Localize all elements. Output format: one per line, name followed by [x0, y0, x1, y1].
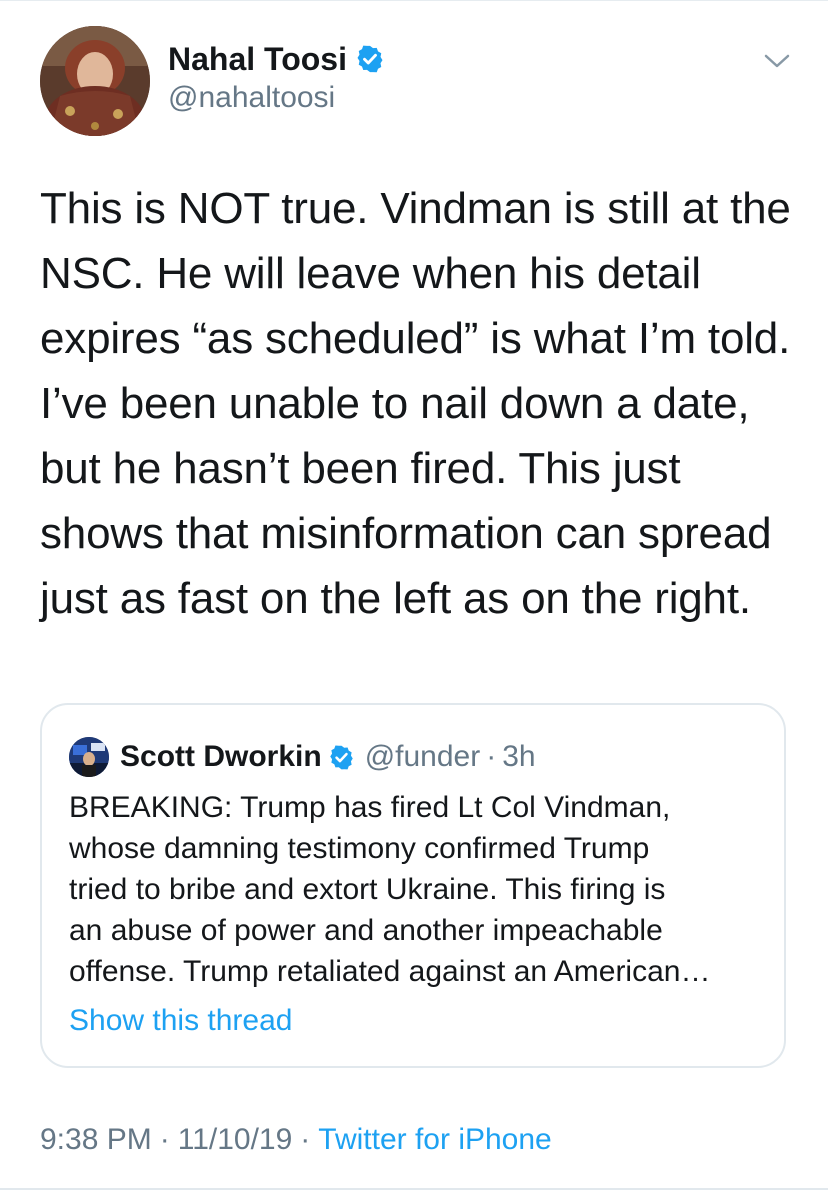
chevron-down-icon[interactable] [761, 50, 793, 72]
tweet-text: This is NOT true. Vindman is still at th… [40, 184, 791, 623]
author-avatar[interactable] [40, 26, 150, 136]
show-thread-link[interactable]: Show this thread [69, 1001, 292, 1041]
top-divider [0, 0, 828, 1]
author-name[interactable]: Nahal Toosi [168, 40, 347, 78]
tweet-meta: 9:38 PM · 11/10/19 · Twitter for iPhone [40, 1120, 552, 1160]
quoted-tweet-card[interactable]: Scott Dworkin @funder · 3h BREAKING: Tru… [40, 703, 786, 1068]
quoted-tweet-header: Scott Dworkin @funder · 3h [120, 735, 536, 779]
separator-dot: · [159, 1123, 170, 1156]
bottom-divider [0, 1188, 828, 1190]
verified-badge-icon [355, 44, 385, 74]
tweet-date: 11/10/19 [177, 1123, 293, 1156]
quoted-tweet-time: 3h [502, 740, 536, 773]
quoted-author-avatar[interactable] [69, 737, 109, 777]
verified-badge-icon [328, 744, 355, 771]
quoted-author-handle[interactable]: @funder [365, 740, 481, 774]
tweet-source-link[interactable]: Twitter for iPhone [318, 1123, 551, 1156]
author-name-row[interactable]: Nahal Toosi [168, 40, 385, 78]
author-handle[interactable]: @nahaltoosi [168, 80, 335, 116]
tweet-time: 9:38 PM [40, 1123, 152, 1156]
separator-dot: · [300, 1123, 311, 1156]
separator-dot: · [486, 740, 497, 773]
quoted-author-name[interactable]: Scott Dworkin [120, 740, 322, 774]
quoted-tweet-text: BREAKING: Trump has fired Lt Col Vindman… [69, 791, 711, 988]
